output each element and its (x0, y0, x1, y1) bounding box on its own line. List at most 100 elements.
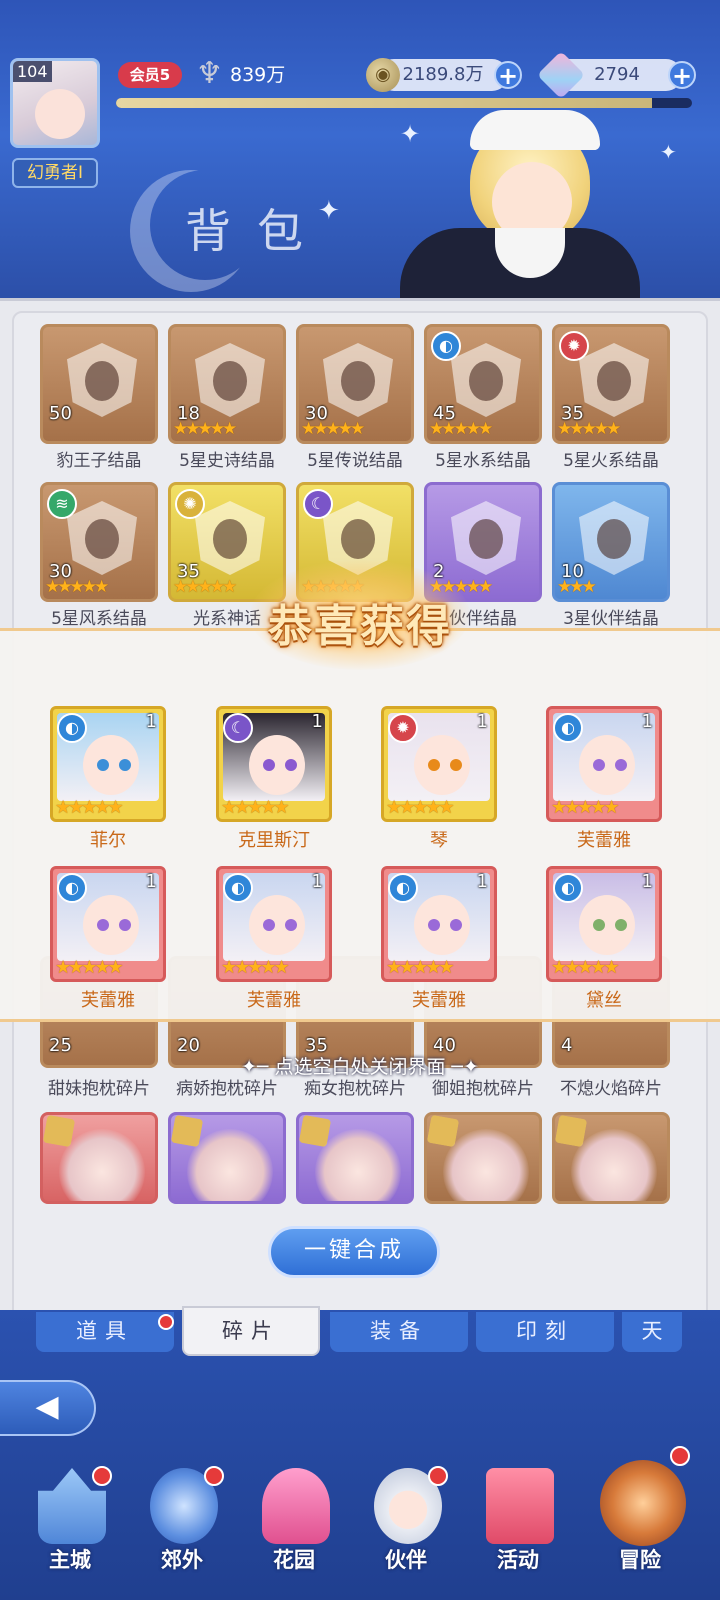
tab-more[interactable]: 天 (622, 1312, 682, 1352)
back-button[interactable]: ◀ (0, 1380, 96, 1436)
reward-name: 黛丝 (586, 990, 622, 1011)
nav-events[interactable]: 活动 (468, 1460, 568, 1590)
heart-icon (262, 1468, 330, 1544)
reward-quantity: 1 (311, 871, 323, 892)
reward-quantity: 1 (311, 711, 323, 732)
reward-quantity: 1 (145, 871, 157, 892)
item-label: 5星火系结晶 (563, 451, 659, 471)
fragment-item[interactable] (552, 1112, 670, 1204)
nav-garden[interactable]: 花园 (244, 1460, 344, 1590)
fragment-item[interactable] (168, 1112, 286, 1204)
star-rating: ★★★★★ (301, 419, 365, 439)
bag-item[interactable]: 30 ★★★★★ (296, 324, 414, 444)
item-label: 豹王子结晶 (56, 451, 142, 471)
reward-name: 琴 (430, 830, 448, 851)
item-count: 50 (49, 403, 72, 424)
water-element-icon: ◐ (388, 873, 418, 903)
reward-card[interactable]: ✹ 1 ★★★★★ (381, 706, 497, 822)
bag-item[interactable]: ≋ 30 ★★★★★ (40, 482, 158, 602)
reward-card[interactable]: ◐ 1 ★★★★★ (50, 866, 166, 982)
fire-element-icon: ✹ (559, 331, 589, 361)
experience-bar-fill (116, 98, 652, 108)
notification-dot (92, 1466, 112, 1486)
crystal-icon (579, 343, 649, 417)
crystal-icon (195, 501, 265, 575)
nav-label: 花园 (273, 1548, 315, 1572)
player-avatar[interactable]: 104 (10, 58, 100, 148)
experience-bar (116, 98, 692, 108)
crystal-icon (323, 343, 393, 417)
item-count: 20 (177, 1035, 200, 1056)
star-rating: ★★★★★ (55, 957, 124, 978)
bag-item[interactable]: 10 ★★★ (552, 482, 670, 602)
vip-badge[interactable]: 会员5 (118, 62, 182, 88)
fragment-item[interactable] (40, 1112, 158, 1204)
fragment-item[interactable] (424, 1112, 542, 1204)
reward-quantity: 1 (641, 871, 653, 892)
reward-card[interactable]: ☾ 1 ★★★★★ (216, 706, 332, 822)
sword-icon: ♆ (196, 56, 223, 91)
notification-dot (204, 1466, 224, 1486)
notification-dot (670, 1446, 690, 1466)
star-rating: ★★★★★ (551, 957, 620, 978)
water-element-icon: ◐ (553, 713, 583, 743)
one-click-craft-button[interactable]: 一键合成 (268, 1226, 440, 1278)
nav-partners[interactable]: 伙伴 (356, 1460, 456, 1590)
reward-quantity: 1 (641, 711, 653, 732)
item-label: 3星伙伴结晶 (563, 609, 659, 629)
nav-label: 活动 (497, 1548, 539, 1572)
star-rating: ★★★★★ (55, 797, 124, 818)
header-background: ✦ ✦ ✦ (0, 0, 720, 300)
nav-adventure[interactable]: 冒险 (590, 1446, 690, 1590)
reward-name: 克里斯汀 (238, 830, 310, 851)
reward-quantity: 1 (145, 711, 157, 732)
bag-item[interactable]: 50 (40, 324, 158, 444)
item-label: 5星水系结晶 (435, 451, 531, 471)
bag-item[interactable]: 18 ★★★★★ (168, 324, 286, 444)
dark-element-icon: ☾ (223, 713, 253, 743)
reward-card[interactable]: ◐ 1 ★★★★★ (50, 706, 166, 822)
reward-name: 菲尔 (90, 830, 126, 851)
bag-item[interactable]: ✹ 35 ★★★★★ (552, 324, 670, 444)
bag-item[interactable]: ◐ 45 ★★★★★ (424, 324, 542, 444)
reward-quantity: 1 (476, 711, 488, 732)
item-count: 4 (561, 1035, 573, 1056)
gem-amount: 2794 (594, 64, 640, 85)
nav-main-city[interactable]: 主城 (20, 1460, 120, 1590)
item-label: 5星传说结晶 (307, 451, 403, 471)
crystal-icon (579, 501, 649, 575)
star-rating: ★★★ (557, 577, 597, 597)
crystal-icon (67, 343, 137, 417)
sparkle-icon: ✦ (660, 140, 677, 164)
star-rating: ★★★★★ (557, 419, 621, 439)
star-rating: ★★★★★ (551, 797, 620, 818)
fragment-item[interactable] (296, 1112, 414, 1204)
reward-card[interactable]: ◐ 1 ★★★★★ (381, 866, 497, 982)
character-art (187, 1129, 273, 1201)
crystal-icon (195, 343, 265, 417)
nav-label: 伙伴 (385, 1548, 427, 1572)
item-label: 甜妹抱枕碎片 (48, 1079, 150, 1099)
tab-fragments[interactable]: 碎片 (182, 1306, 320, 1356)
compass-sword-icon (600, 1460, 686, 1546)
dark-element-icon: ☾ (303, 489, 333, 519)
character-art (443, 1129, 529, 1201)
tab-engraving[interactable]: 印刻 (476, 1312, 614, 1352)
reward-popup-title: 恭喜获得 (268, 601, 452, 652)
reward-quantity: 1 (476, 871, 488, 892)
tab-equipment[interactable]: 装备 (330, 1312, 468, 1352)
reward-card[interactable]: ◐ 1 ★★★★★ (546, 706, 662, 822)
player-name[interactable]: 幻勇者I (12, 158, 98, 188)
reward-card[interactable]: ◐ 1 ★★★★★ (546, 866, 662, 982)
nav-outskirts[interactable]: 郊外 (132, 1460, 232, 1590)
close-hint[interactable]: ✦─ 点选空白处关闭界面 ─✦ (200, 1052, 520, 1079)
crystal-icon (451, 343, 521, 417)
item-label: 5星史诗结晶 (179, 451, 275, 471)
add-gold-button[interactable]: + (494, 61, 522, 90)
nav-label: 郊外 (161, 1548, 203, 1572)
sparkle-icon: ─✦ (445, 1056, 479, 1078)
fire-element-icon: ✹ (388, 713, 418, 743)
tab-items[interactable]: 道具 (36, 1312, 174, 1352)
add-gems-button[interactable]: + (668, 61, 696, 90)
reward-card[interactable]: ◐ 1 ★★★★★ (216, 866, 332, 982)
